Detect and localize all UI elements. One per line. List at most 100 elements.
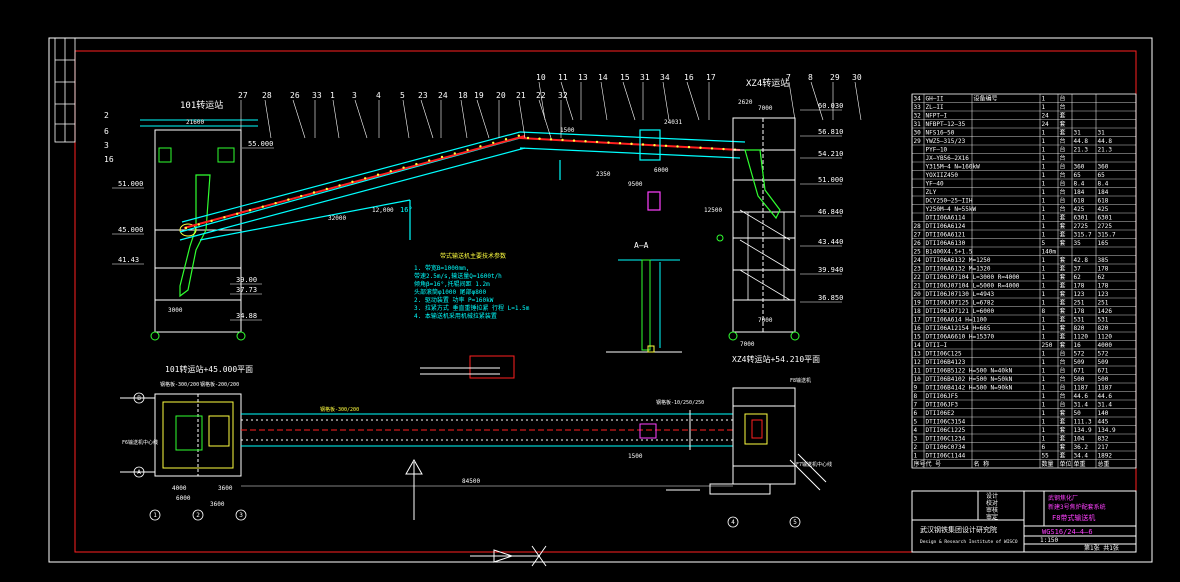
bom-row: 4 DTII06C1225 1 套 134.9 134.9 <box>912 426 1136 435</box>
svg-text:1: 1 <box>153 512 157 519</box>
idler <box>584 140 587 143</box>
svg-text:1: 1 <box>1042 334 1046 341</box>
svg-text:1: 1 <box>1042 385 1046 392</box>
idler <box>676 145 679 148</box>
svg-text:DTII06A6130: DTII06A6130 <box>926 240 966 247</box>
svg-text:44.8: 44.8 <box>1098 138 1113 145</box>
callout-left: 2 <box>104 111 109 120</box>
bom-row: 8 DTII06JF5 1 台 44.6 44.6 <box>912 392 1136 401</box>
svg-text:16: 16 <box>1074 342 1082 349</box>
svg-text:1: 1 <box>1042 257 1046 264</box>
idler <box>274 201 277 205</box>
svg-text:56.810: 56.810 <box>818 128 843 136</box>
svg-text:39.00: 39.00 <box>236 276 257 284</box>
bom-row: YF—40 1 台 8.4 8.4 <box>912 180 1136 188</box>
section-a-a <box>606 259 682 353</box>
callout-5: 5 <box>400 91 410 139</box>
angle-label: 16° <box>400 206 413 214</box>
elev-mark: 51.000 <box>112 180 144 189</box>
svg-text:DTII06C0734: DTII06C0734 <box>926 444 966 451</box>
svg-text:1: 1 <box>1042 232 1046 239</box>
elev-mark: 60.030 <box>800 102 843 111</box>
svg-text:武钢焦化厂: 武钢焦化厂 <box>1048 494 1078 502</box>
idler <box>389 170 392 173</box>
callout-left: 6 <box>104 127 109 136</box>
svg-text:8.4: 8.4 <box>1074 181 1085 188</box>
svg-text:DTII06E2: DTII06E2 <box>926 410 955 417</box>
callout-3: 3 <box>352 91 368 139</box>
svg-text:1187: 1187 <box>1074 385 1089 392</box>
svg-text:134.9: 134.9 <box>1074 427 1092 434</box>
svg-text:44.6: 44.6 <box>1074 393 1089 400</box>
idler <box>453 152 456 155</box>
svg-text:1: 1 <box>1042 104 1046 111</box>
elev-mark: 55.000 <box>242 140 274 149</box>
idler <box>630 142 633 146</box>
svg-text:套: 套 <box>1060 290 1066 298</box>
svg-text:名 称: 名 称 <box>974 460 990 468</box>
svg-text:671: 671 <box>1074 368 1085 375</box>
svg-text:17: 17 <box>914 317 922 324</box>
idler <box>428 159 431 162</box>
svg-text:31: 31 <box>640 73 650 82</box>
svg-text:21.3: 21.3 <box>1074 147 1089 154</box>
bom-row: 5 DTII06C3154 1 套 111.3 445 <box>912 418 1136 426</box>
elev-mark: 39.00 <box>230 276 262 285</box>
svg-text:10: 10 <box>914 376 922 383</box>
bom-row: 12 DTII06B4123 1 台 509 509 <box>912 358 1136 367</box>
bom-table: 34 GH—II 设备编号 1 台33 ZL—II 1 台32 NFPT—I 24 套31 NFBPT… <box>911 93 1137 469</box>
svg-text:NFS16—50: NFS16—50 <box>926 130 955 137</box>
callout-16: 16 <box>684 73 700 121</box>
xz4-stairs <box>739 209 791 301</box>
svg-text:42.8: 42.8 <box>1074 257 1089 264</box>
svg-text:第1张 共1张: 第1张 共1张 <box>1084 544 1119 552</box>
svg-text:台: 台 <box>1060 171 1066 179</box>
callout-17: 17 <box>706 73 716 120</box>
svg-text:34: 34 <box>660 73 670 82</box>
svg-text:YF—40: YF—40 <box>926 181 944 188</box>
bom-row: 1 DTII06C1144 55 套 34.4 1892 <box>912 452 1136 460</box>
plan-axis-bubbles <box>133 392 801 528</box>
dimension: 7000 <box>740 341 755 348</box>
svg-text:1: 1 <box>1042 198 1046 205</box>
svg-text:33: 33 <box>312 91 322 100</box>
svg-text:24: 24 <box>438 91 448 100</box>
idler <box>595 140 599 144</box>
dimension: 24031 <box>664 119 682 126</box>
svg-text:250: 250 <box>1042 342 1053 349</box>
idler <box>479 145 482 148</box>
svg-text:ZL—II: ZL—II <box>926 104 944 111</box>
svg-text:5: 5 <box>914 419 918 426</box>
svg-text:27: 27 <box>238 91 248 100</box>
idler <box>710 147 714 150</box>
bom-row: 6 DTII06E2 1 套 50 140 <box>912 409 1136 418</box>
svg-text:1: 1 <box>1042 138 1046 145</box>
callout-1: 1 <box>330 91 340 139</box>
revision-tab <box>54 37 76 143</box>
dimension: 3000 <box>168 307 183 314</box>
svg-text:1. 带宽B=1000mm,: 1. 带宽B=1000mm, <box>414 264 469 272</box>
bom-row: 29 YWZ5—315/23 1 台 44.8 44.8 <box>912 137 1136 146</box>
direction-marker <box>470 545 547 567</box>
svg-text:134.9: 134.9 <box>1098 427 1116 434</box>
idler <box>325 187 328 191</box>
svg-text:DTII06C3154: DTII06C3154 <box>926 419 966 426</box>
svg-text:F8带式输送机: F8带式输送机 <box>1052 513 1095 522</box>
idler <box>572 139 576 142</box>
svg-text:178: 178 <box>1074 308 1085 315</box>
svg-text:820: 820 <box>1098 325 1109 332</box>
svg-text:套: 套 <box>1060 324 1066 332</box>
idler <box>699 146 702 149</box>
svg-text:台: 台 <box>1060 137 1066 145</box>
svg-text:5: 5 <box>400 91 405 100</box>
callout-19: 19 <box>474 91 490 139</box>
bom-row: YOXIIZ450 1 台 65 65 <box>912 171 1136 180</box>
svg-text:1: 1 <box>1042 317 1046 324</box>
svg-text:1: 1 <box>1042 427 1046 434</box>
bom-row: 20 DTII06J07130 L=4943 1 套 123 123 <box>912 290 1136 299</box>
north-arrow <box>405 458 423 520</box>
svg-text:总重: 总重 <box>1098 460 1110 468</box>
svg-text:2725: 2725 <box>1074 223 1089 230</box>
svg-text:1: 1 <box>1042 359 1046 366</box>
bom-row: 22 DTII06J07104 L=3000 R=4000 1 套 62 62 <box>912 273 1136 282</box>
